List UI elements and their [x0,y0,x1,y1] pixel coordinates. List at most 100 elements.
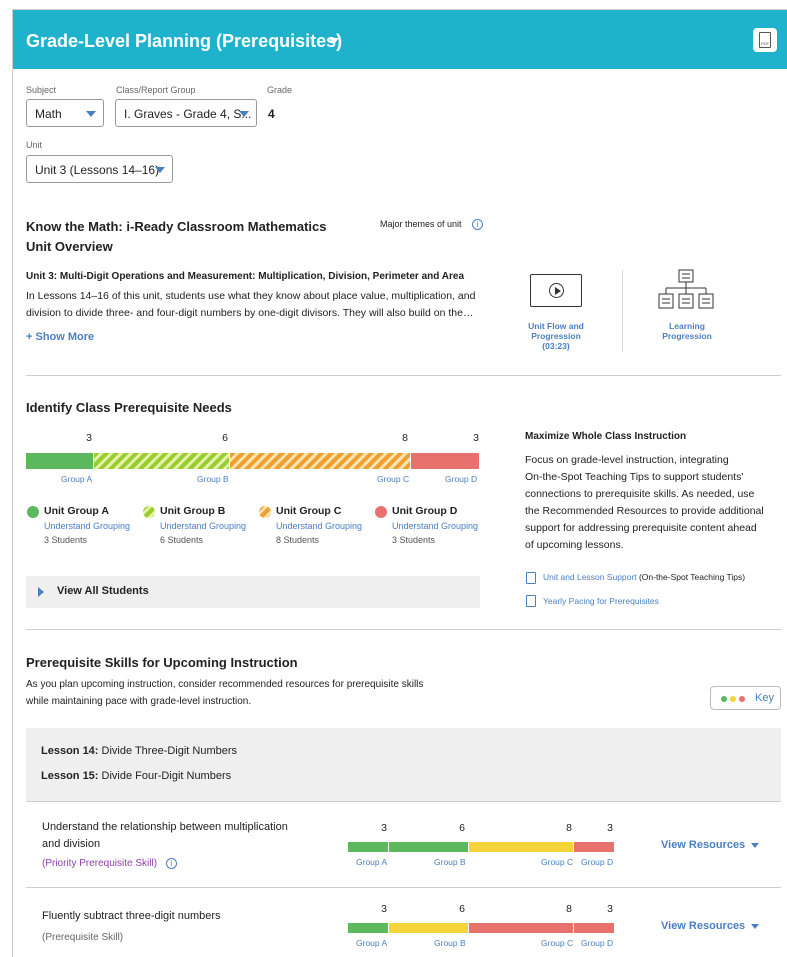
skill-2-count-b: 6 [459,903,465,915]
class-group-value: I. Graves - Grade 4, S... [124,107,252,121]
show-more-link[interactable]: + Show More [26,331,94,343]
yearly-pacing-link[interactable]: Yearly Pacing for Prerequisites [543,596,659,606]
chevron-down-icon[interactable] [329,38,339,44]
chevron-down-icon [751,923,760,929]
unit-desc-1: In Lessons 14–16 of this unit, students … [26,290,476,302]
skill-2-label-a[interactable]: Group A [356,938,387,948]
skill-2-bar-c [469,923,573,933]
skill-1-label-a[interactable]: Group A [356,857,387,867]
group-d-name: Unit Group D [392,505,458,517]
group-a-bar[interactable] [26,453,93,469]
group-d-link[interactable]: Understand Grouping [392,521,478,531]
section-divider [26,629,781,630]
class-group-select[interactable]: I. Graves - Grade 4, S... [115,99,257,127]
skill-1-bar-c [469,842,573,852]
group-a-dot [27,506,39,518]
skill-1-bar-d [574,842,614,852]
page-title[interactable]: Grade-Level Planning (Prerequisites) [26,31,342,52]
group-a-bar-label[interactable]: Group A [61,474,92,484]
maximize-line-1: Focus on grade-level instruction, integr… [525,454,729,466]
subject-label: Subject [26,85,57,95]
skill-2-count-c: 8 [566,903,572,915]
skill-1-tag: (Priority Prerequisite Skill) i [42,858,177,869]
chevron-down-icon [239,111,249,117]
group-c-bar[interactable] [230,453,410,469]
group-d-bar-label[interactable]: Group D [445,474,477,484]
chevron-down-icon [155,167,165,173]
pdf-icon [526,595,536,607]
pdf-button[interactable]: PDF [753,28,777,52]
group-b-link[interactable]: Understand Grouping [160,521,246,531]
unit-lesson-support-link[interactable]: Unit and Lesson Support [543,572,637,582]
divider [622,270,623,352]
maximize-line-3: connections to prerequisite skills. As n… [525,488,755,500]
group-b-name: Unit Group B [160,505,226,517]
skill-2-count-d: 3 [607,903,613,915]
skill-1-bar-b [389,842,468,852]
group-c-name: Unit Group C [276,505,342,517]
subject-select[interactable]: Math [26,99,104,127]
skill-2-bar-d [574,923,614,933]
chevron-down-icon [86,111,96,117]
group-d-dot [375,506,387,518]
know-math-title-2: Unit Overview [26,239,113,254]
maximize-line-6: of upcoming lessons. [525,539,624,551]
group-c-link[interactable]: Understand Grouping [276,521,362,531]
prereq-desc-1: As you plan upcoming instruction, consid… [26,679,424,690]
chevron-right-icon [38,587,44,597]
view-all-students-label: View All Students [57,585,149,597]
skill-1-view-resources[interactable]: View Resources [661,839,760,851]
prereq-desc-2: while maintaining pace with grade-level … [26,696,252,707]
lesson-15: Lesson 15: Divide Four-Digit Numbers [41,770,232,782]
group-b-dot [143,506,155,518]
maximize-line-4: the Recommended Resources to provide add… [525,505,764,517]
play-icon [549,283,564,298]
unit-select[interactable]: Unit 3 (Lessons 14–16) [26,155,173,183]
skill-1-line-1: Understand the relationship between mult… [42,821,288,833]
red-dot-icon [739,696,745,702]
skill-2-label-c[interactable]: Group C [541,938,573,948]
unit-lesson-support-suffix: (On-the-Spot Teaching Tips) [638,572,746,582]
key-button[interactable]: Key [710,686,781,710]
major-themes: Major themes of unit i [380,219,484,231]
unit-value: Unit 3 (Lessons 14–16) [35,163,160,177]
group-c-bar-label[interactable]: Group C [377,474,409,484]
pdf-icon: PDF [759,32,771,48]
maximize-line-2: On-the-Spot Teaching Tips to support stu… [525,471,744,483]
info-icon[interactable]: i [472,219,484,231]
maximize-title: Maximize Whole Class Instruction [525,431,687,442]
group-b-bar-label[interactable]: Group B [197,474,229,484]
skill-1-label-d[interactable]: Group D [581,857,613,867]
group-a-name: Unit Group A [44,505,109,517]
subject-value: Math [35,107,62,121]
major-themes-label: Major themes of unit [380,219,462,229]
video-thumbnail[interactable] [530,274,582,307]
skill-1-label-c[interactable]: Group C [541,857,573,867]
skill-1-label-b[interactable]: Group B [434,857,466,867]
view-all-students-toggle[interactable]: View All Students [26,576,480,608]
maximize-line-5: support for addressing prerequisite cont… [525,522,757,534]
section-divider [26,375,781,376]
skill-2-label-b[interactable]: Group B [434,938,466,948]
green-dot-icon [721,696,727,702]
app-frame: Grade-Level Planning (Prerequisites) PDF… [12,9,787,957]
skill-1-count-b: 6 [459,822,465,834]
learning-progression-link[interactable]: Learning Progression [635,321,739,341]
video-link[interactable]: Unit Flow and Progression (03:23) [503,321,609,351]
class-group-label: Class/Report Group [116,85,196,95]
group-d-bar[interactable] [411,453,479,469]
skill-2-label-d[interactable]: Group D [581,938,613,948]
group-a-link[interactable]: Understand Grouping [44,521,130,531]
skill-2-tag: (Prerequisite Skill) [42,932,124,943]
unit-label: Unit [26,140,43,150]
info-icon[interactable]: i [165,858,177,869]
group-b-bar[interactable] [94,453,229,469]
unit-lesson-support[interactable]: Unit and Lesson Support (On-the-Spot Tea… [543,572,745,582]
skill-1-line-2: and division [42,838,101,850]
chevron-down-icon [751,842,760,848]
group-d-students: 3 Students [392,535,436,545]
skill-2-view-resources[interactable]: View Resources [661,920,760,932]
skill-2-count-a: 3 [381,903,387,915]
skill-2-bar-b [389,923,468,933]
learning-progression-icon[interactable] [658,269,716,311]
